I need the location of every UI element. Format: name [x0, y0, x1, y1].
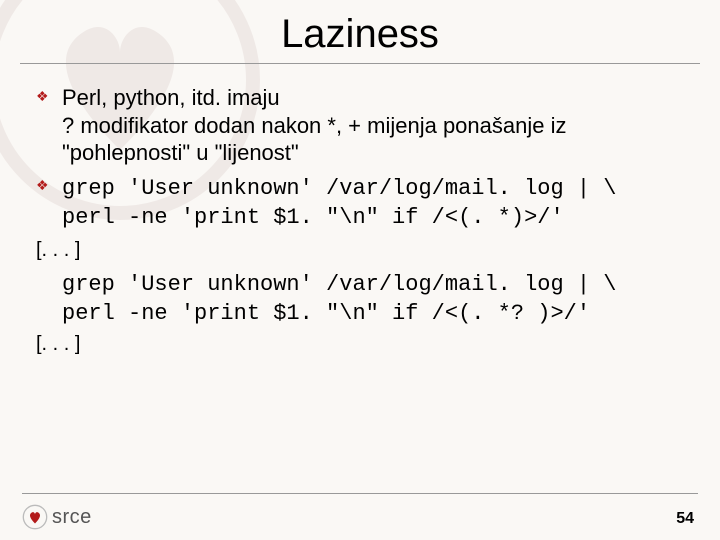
footer-divider [22, 493, 698, 494]
code-text: grep 'User unknown' /var/log/mail. log |… [62, 272, 617, 327]
slide-title: Laziness [281, 12, 439, 57]
srce-heart-icon [22, 504, 48, 530]
slide: Laziness ❖ Perl, python, itd. imaju ? mo… [0, 0, 720, 540]
title-area: Laziness [0, 0, 720, 61]
bullet-text: Perl, python, itd. imaju ? modifikator d… [62, 85, 573, 165]
code-block: grep 'User unknown' /var/log/mail. log |… [34, 269, 686, 328]
slide-body: ❖ Perl, python, itd. imaju ? modifikator… [0, 64, 720, 357]
footer: srce 54 [22, 500, 698, 530]
ellipsis-marker: [. . . ] [34, 238, 686, 263]
diamond-bullet-icon: ❖ [36, 88, 49, 106]
diamond-bullet-icon: ❖ [36, 177, 49, 195]
bullet-item: ❖ Perl, python, itd. imaju ? modifikator… [34, 84, 686, 167]
logo: srce [22, 504, 92, 530]
bullet-item: ❖ grep 'User unknown' /var/log/mail. log… [34, 173, 686, 232]
bullet-code: grep 'User unknown' /var/log/mail. log |… [62, 176, 617, 231]
page-number: 54 [676, 510, 694, 528]
ellipsis-marker: [. . . ] [34, 332, 686, 357]
logo-text: srce [52, 506, 92, 529]
